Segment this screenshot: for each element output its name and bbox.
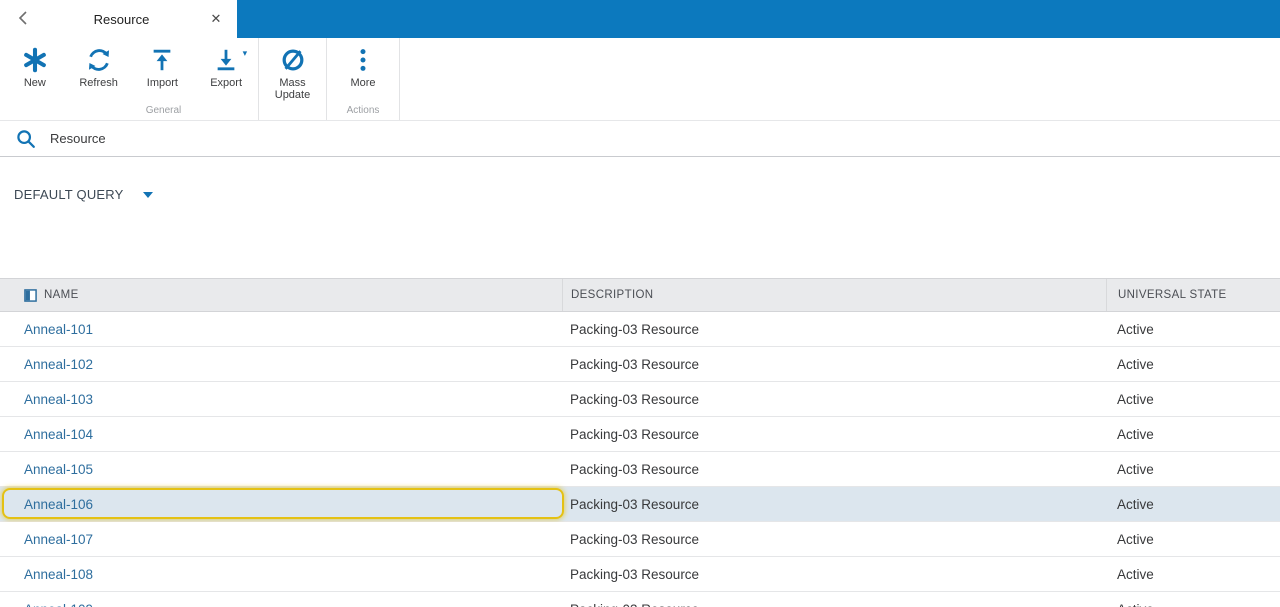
resource-link[interactable]: Anneal-103	[24, 392, 93, 407]
table-row[interactable]: Anneal-109 Packing-03 Resource Active	[0, 592, 1280, 607]
toolbar-group-actions: More Actions	[327, 38, 400, 120]
table-row[interactable]: Anneal-105 Packing-03 Resource Active	[0, 452, 1280, 487]
resource-link[interactable]: Anneal-108	[24, 567, 93, 582]
slashed-circle-icon	[280, 45, 306, 75]
resource-link[interactable]: Anneal-102	[24, 357, 93, 372]
export-arrow-icon: ▾	[213, 45, 247, 75]
description-cell: Packing-03 Resource	[570, 496, 700, 512]
resource-link[interactable]: Anneal-105	[24, 462, 93, 477]
table-row[interactable]: Anneal-108 Packing-03 Resource Active	[0, 557, 1280, 592]
new-button[interactable]: New	[3, 38, 67, 104]
table-header: NAME DESCRIPTION UNIVERSAL STATE	[0, 278, 1280, 312]
more-button[interactable]: More	[331, 38, 395, 104]
name-cell: Anneal-106	[0, 487, 562, 521]
top-bar: Resource ✕	[0, 0, 1280, 38]
close-icon: ✕	[210, 11, 222, 26]
new-button-label: New	[23, 77, 46, 89]
import-arrow-icon	[149, 45, 175, 75]
name-cell: Anneal-102	[0, 347, 562, 381]
toolbar-group-general-caption: General	[145, 105, 182, 116]
column-header-description[interactable]: DESCRIPTION	[562, 279, 1106, 311]
column-header-universal-state[interactable]: UNIVERSAL STATE	[1106, 279, 1280, 311]
toolbar-ribbon: New Refresh Import ▾ Export General Mass…	[0, 38, 1280, 121]
name-cell: Anneal-109	[0, 592, 562, 607]
title-bar-fill	[237, 0, 1280, 38]
app-window: Resource ✕ New Refresh Import ▾ Export G…	[0, 0, 1280, 607]
state-cell: Active	[1117, 391, 1154, 407]
refresh-icon	[86, 45, 112, 75]
name-cell: Anneal-108	[0, 557, 562, 591]
chevron-left-icon	[18, 10, 28, 29]
name-cell: Anneal-107	[0, 522, 562, 556]
toolbar-group-general: New Refresh Import ▾ Export General	[0, 38, 259, 120]
import-button[interactable]: Import	[131, 38, 195, 104]
resource-table: NAME DESCRIPTION UNIVERSAL STATE Anneal-…	[0, 278, 1280, 607]
description-cell: Packing-03 Resource	[570, 321, 700, 337]
toolbar-group-mass-update: Mass Update	[259, 38, 327, 120]
back-button[interactable]	[6, 0, 40, 38]
state-cell: Active	[1117, 496, 1154, 512]
chevron-down-icon	[142, 191, 153, 198]
asterisk-icon	[22, 45, 48, 75]
resource-link[interactable]: Anneal-107	[24, 532, 93, 547]
mass-update-button[interactable]: Mass Update	[261, 38, 325, 104]
name-cell: Anneal-105	[0, 452, 562, 486]
more-button-label: More	[350, 77, 376, 89]
state-cell: Active	[1117, 426, 1154, 442]
state-cell: Active	[1117, 531, 1154, 547]
tab-resource[interactable]: Resource ✕	[0, 0, 237, 38]
name-cell: Anneal-101	[0, 312, 562, 346]
refresh-button-label: Refresh	[79, 77, 118, 89]
table-row[interactable]: Anneal-107 Packing-03 Resource Active	[0, 522, 1280, 557]
export-button[interactable]: ▾ Export	[194, 38, 258, 104]
description-cell: Packing-03 Resource	[570, 461, 700, 477]
table-row[interactable]: Anneal-103 Packing-03 Resource Active	[0, 382, 1280, 417]
export-dropdown-caret-icon[interactable]: ▾	[243, 48, 248, 59]
description-cell: Packing-03 Resource	[570, 356, 700, 372]
column-chooser-icon[interactable]	[24, 288, 37, 302]
description-cell: Packing-03 Resource	[570, 391, 700, 407]
table-row-selected[interactable]: Anneal-106 Packing-03 Resource Active	[0, 487, 1280, 522]
refresh-button[interactable]: Refresh	[67, 38, 131, 104]
default-query-dropdown[interactable]: DEFAULT QUERY	[14, 187, 153, 202]
tab-title: Resource	[93, 11, 150, 27]
tab-close-button[interactable]: ✕	[203, 0, 229, 38]
ellipsis-icon	[350, 45, 376, 75]
state-cell: Active	[1117, 321, 1154, 337]
resource-link[interactable]: Anneal-104	[24, 427, 93, 442]
resource-link[interactable]: Anneal-101	[24, 322, 93, 337]
state-cell: Active	[1117, 566, 1154, 582]
table-row[interactable]: Anneal-104 Packing-03 Resource Active	[0, 417, 1280, 452]
export-button-label: Export	[210, 77, 243, 89]
toolbar-group-mass-caption	[259, 104, 326, 120]
search-input[interactable]: Resource	[50, 131, 106, 146]
column-header-name[interactable]: NAME	[0, 279, 562, 311]
query-label: DEFAULT QUERY	[14, 187, 124, 202]
import-button-label: Import	[146, 77, 178, 89]
toolbar-group-actions-caption: Actions	[346, 105, 380, 116]
resource-link[interactable]: Anneal-109	[24, 602, 93, 607]
table-row[interactable]: Anneal-102 Packing-03 Resource Active	[0, 347, 1280, 382]
description-cell: Packing-03 Resource	[570, 426, 700, 442]
name-cell: Anneal-103	[0, 382, 562, 416]
mass-update-button-label: Mass Update	[274, 77, 311, 101]
state-cell: Active	[1117, 461, 1154, 477]
state-cell: Active	[1117, 356, 1154, 372]
column-header-name-label: NAME	[44, 289, 79, 301]
state-cell: Active	[1106, 592, 1280, 607]
resource-link[interactable]: Anneal-106	[24, 497, 93, 512]
description-cell: Packing-03 Resource	[562, 592, 1106, 607]
description-cell: Packing-03 Resource	[570, 566, 700, 582]
search-bar[interactable]: Resource	[0, 121, 1280, 157]
table-row[interactable]: Anneal-101 Packing-03 Resource Active	[0, 312, 1280, 347]
description-cell: Packing-03 Resource	[570, 531, 700, 547]
name-cell: Anneal-104	[0, 417, 562, 451]
search-icon	[15, 128, 37, 150]
query-section: DEFAULT QUERY	[0, 157, 1280, 278]
